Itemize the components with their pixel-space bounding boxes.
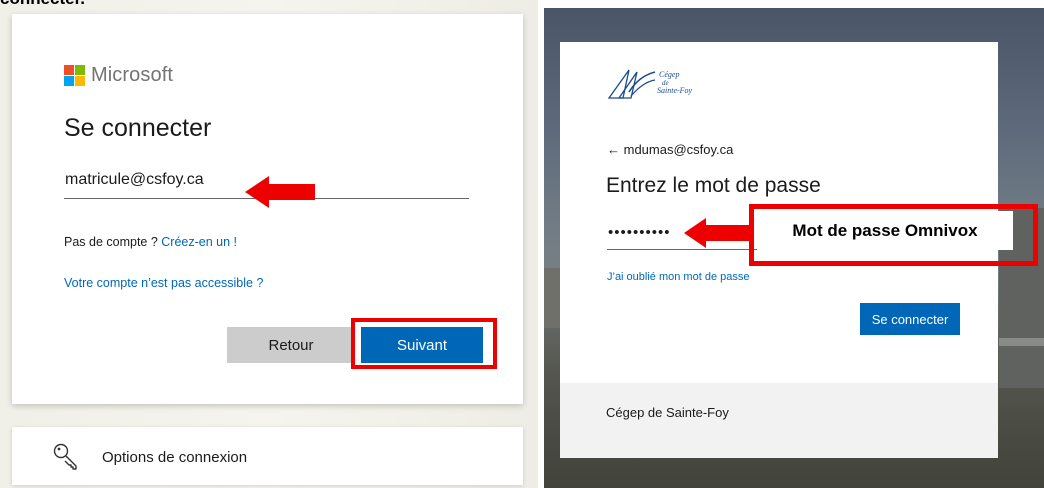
create-account-link[interactable]: Créez-en un ! bbox=[161, 235, 237, 249]
next-button-highlight bbox=[351, 318, 497, 369]
microsoft-squares-icon bbox=[64, 65, 85, 86]
red-arrow-icon bbox=[245, 176, 315, 208]
microsoft-signin-panel: connecter. Microsoft Se connecter Pas de… bbox=[0, 0, 538, 488]
password-title: Entrez le mot de passe bbox=[606, 174, 821, 197]
svg-text:Cégep: Cégep bbox=[659, 70, 679, 79]
signin-options-card[interactable]: Options de connexion bbox=[12, 427, 523, 485]
footer-text: Cégep de Sainte-Foy bbox=[606, 405, 729, 420]
svg-text:Sainte-Foy: Sainte-Foy bbox=[657, 86, 693, 95]
no-account-line: Pas de compte ? Créez-en un ! bbox=[64, 235, 237, 249]
back-to-email-link[interactable]: ← mdumas@csfoy.ca bbox=[607, 142, 733, 157]
password-hint-label: Mot de passe Omnivox bbox=[757, 211, 1013, 250]
cegep-logo: Cégep de Sainte-Foy bbox=[607, 69, 693, 99]
signin-button[interactable]: Se connecter bbox=[860, 303, 960, 335]
card-footer bbox=[560, 383, 998, 458]
no-account-text: Pas de compte ? bbox=[64, 235, 162, 249]
background-building bbox=[999, 338, 1044, 346]
background-building bbox=[544, 268, 560, 328]
red-arrow-icon bbox=[684, 218, 749, 248]
forgot-password-link[interactable]: J’ai oublié mon mot de passe bbox=[607, 271, 749, 283]
page-title: Se connecter bbox=[64, 114, 212, 142]
back-button[interactable]: Retour bbox=[227, 327, 355, 363]
caption-text: connecter. bbox=[0, 0, 85, 9]
cegep-password-panel: Cégep de Sainte-Foy ← mdumas@csfoy.ca En… bbox=[544, 8, 1044, 488]
account-inaccessible-link[interactable]: Votre compte n’est pas accessible ? bbox=[64, 276, 263, 290]
key-icon bbox=[53, 443, 77, 470]
signin-options-label: Options de connexion bbox=[102, 449, 248, 466]
brand-name: Microsoft bbox=[91, 64, 174, 86]
signin-card: Microsoft Se connecter Pas de compte ? C… bbox=[12, 14, 523, 404]
microsoft-logo: Microsoft bbox=[64, 64, 173, 87]
